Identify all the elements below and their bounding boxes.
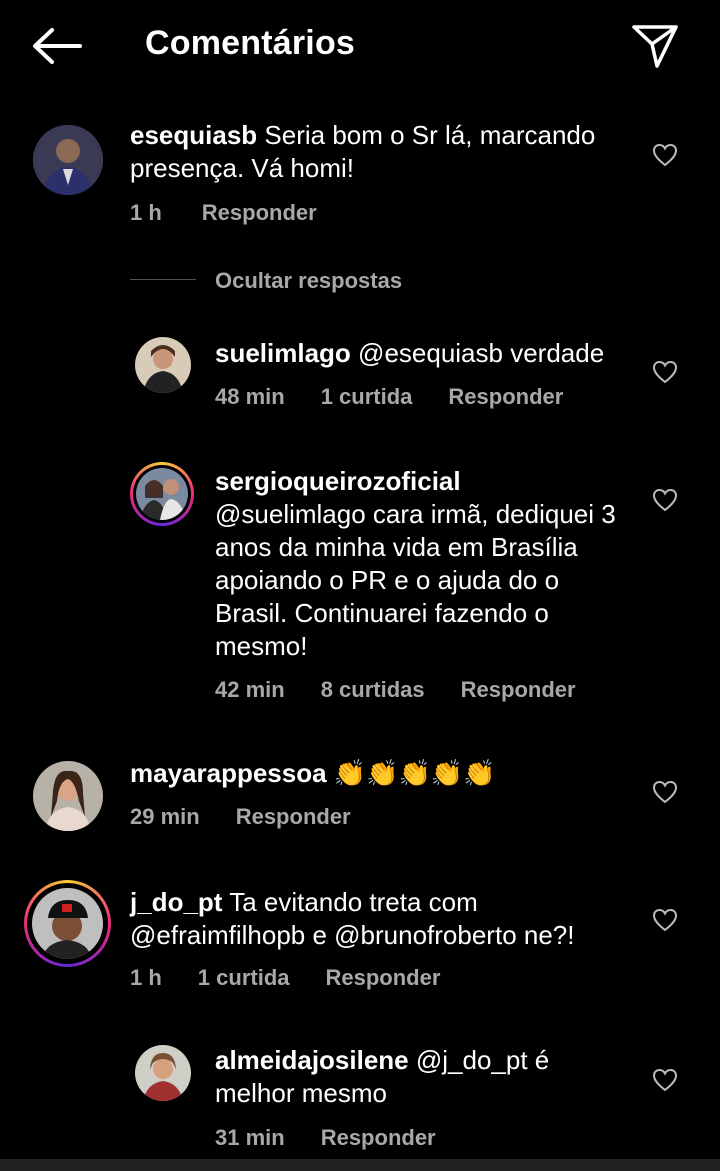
- avatar[interactable]: [33, 125, 103, 195]
- header: Comentários: [0, 0, 720, 92]
- reply-button[interactable]: Responder: [202, 200, 317, 226]
- heart-icon[interactable]: [652, 360, 678, 384]
- comment-time: 48 min: [215, 384, 285, 409]
- heart-icon[interactable]: [652, 1068, 678, 1092]
- likes-count[interactable]: 1 curtida: [321, 384, 413, 410]
- comment-time: 1 h: [130, 965, 162, 990]
- comment-time: 31 min: [215, 1125, 285, 1150]
- avatar[interactable]: [135, 337, 191, 393]
- username[interactable]: j_do_pt: [130, 887, 222, 917]
- reply-button[interactable]: Responder: [321, 1125, 436, 1151]
- comment-text: 👏👏👏👏👏: [326, 758, 496, 788]
- arrow-left-icon[interactable]: [30, 26, 82, 66]
- likes-count[interactable]: 8 curtidas: [321, 677, 425, 703]
- username[interactable]: esequiasb: [130, 120, 257, 150]
- heart-icon[interactable]: [652, 488, 678, 512]
- page-title: Comentários: [145, 24, 356, 62]
- comment-text: @esequiasb verdade: [350, 338, 605, 368]
- heart-icon[interactable]: [652, 143, 678, 167]
- story-ring[interactable]: [130, 462, 194, 526]
- username[interactable]: almeidajosilene: [215, 1045, 409, 1075]
- hide-replies-button[interactable]: Ocultar respostas: [215, 268, 402, 294]
- username[interactable]: suelimlago: [215, 338, 351, 368]
- comment-text: @suelimlago cara irmã, dediquei 3 anos d…: [215, 499, 616, 661]
- username[interactable]: sergioqueirozoficial: [215, 465, 635, 498]
- comment-time: 29 min: [130, 804, 200, 829]
- heart-icon[interactable]: [652, 908, 678, 932]
- avatar[interactable]: [33, 761, 103, 831]
- reply-button[interactable]: Responder: [461, 677, 576, 703]
- paper-plane-icon[interactable]: [630, 22, 680, 70]
- avatar[interactable]: [135, 1045, 191, 1101]
- avatar: [32, 888, 103, 959]
- reply-button[interactable]: Responder: [326, 965, 441, 991]
- comment-time: 42 min: [215, 677, 285, 702]
- divider: [130, 279, 196, 280]
- username[interactable]: mayarappessoa: [130, 758, 327, 788]
- likes-count[interactable]: 1 curtida: [198, 965, 290, 991]
- reply-button[interactable]: Responder: [236, 804, 351, 830]
- avatar: [136, 468, 188, 520]
- comment-time: 1 h: [130, 200, 162, 225]
- bottom-bar: [0, 1159, 720, 1171]
- story-ring[interactable]: [24, 880, 111, 967]
- reply-button[interactable]: Responder: [448, 384, 563, 410]
- heart-icon[interactable]: [652, 780, 678, 804]
